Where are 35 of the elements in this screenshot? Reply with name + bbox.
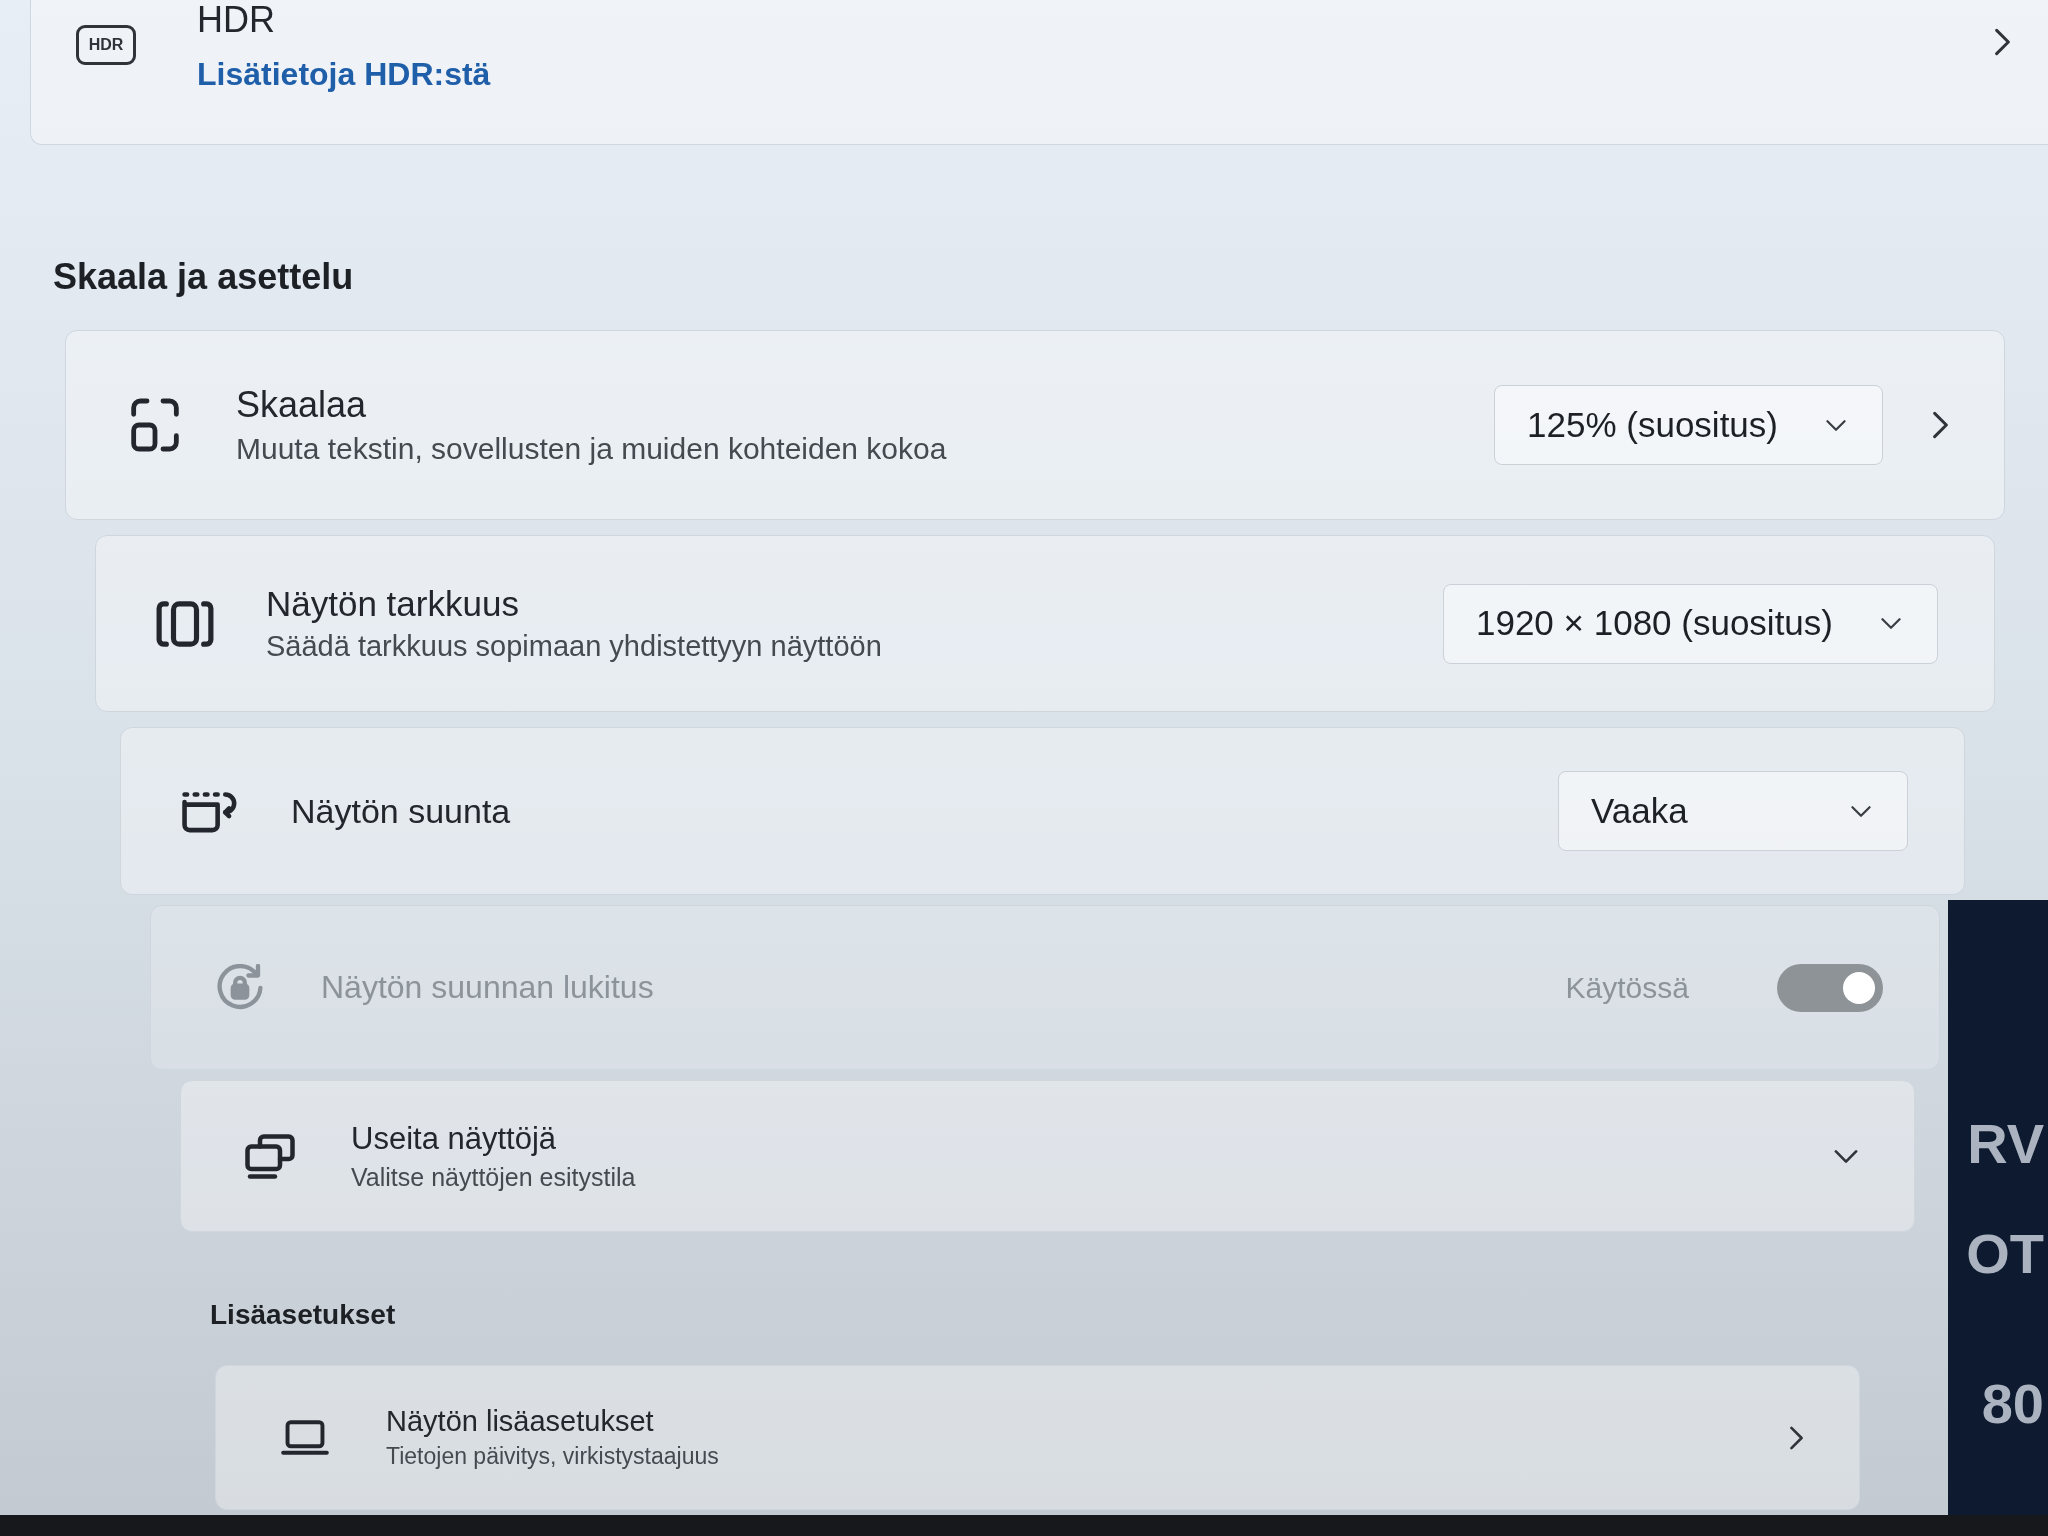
- setting-description: Säädä tarkkuus sopimaan yhdistettyyn näyttöön: [266, 629, 883, 664]
- section-heading: Lisäasetukset: [210, 1298, 397, 1332]
- backdrop-text: OT: [1966, 1225, 2045, 1283]
- setting-description: Valitse näyttöjen esitystila: [351, 1161, 637, 1192]
- dropdown[interactable]: 1920 × 1080 (suositus): [1442, 583, 1938, 664]
- setting-title: Näytön lisäasetukset: [386, 1404, 655, 1440]
- setting-title: Näytön suunnan lukitus: [321, 968, 655, 1007]
- setting-title: HDR: [197, 0, 276, 40]
- chevron-down-icon: [1881, 618, 1901, 629]
- chevron-right-icon[interactable]: [1933, 411, 1948, 439]
- laptop-icon: [281, 1420, 329, 1455]
- backdrop-text: RV: [1967, 1115, 2045, 1173]
- dashed-rectangle-arrow-icon: [182, 789, 238, 833]
- backdrop-text: 80: [1981, 1375, 2045, 1433]
- dropdown[interactable]: 125% (suositus): [1494, 385, 1883, 465]
- chevron-down-icon: [1851, 805, 1871, 817]
- setting-title: Skaalaa: [236, 383, 368, 427]
- square-corners-icon: [131, 398, 179, 452]
- bracketed-rectangle-icon: [156, 600, 214, 647]
- toggle-state-label: Käytössä: [1565, 970, 1689, 1006]
- setting-description: Muuta tekstin, sovellusten ja muiden kohteiden kokoa: [236, 430, 948, 467]
- setting-title: Useita näyttöjä: [351, 1120, 558, 1158]
- dropdown[interactable]: Vaaka: [1558, 771, 1908, 851]
- hdr-badge: HDR: [76, 25, 136, 65]
- setting-description: Tietojen päivitys, virkistystaajuus: [386, 1443, 720, 1471]
- hdr-info-link[interactable]: Lisätietoja HDR:stä: [197, 54, 491, 94]
- two-screens-icon: [245, 1133, 295, 1179]
- section-heading: Skaala ja asettelu: [53, 255, 355, 299]
- padlock-rotate-icon: [216, 963, 264, 1012]
- setting-title: Näytön tarkkuus: [266, 583, 520, 626]
- chevron-right-icon[interactable]: [1790, 1425, 1803, 1450]
- chevron-down-icon: [1826, 419, 1846, 431]
- chevron-right-icon[interactable]: [1995, 28, 2010, 56]
- setting-title: Näytön suunta: [291, 790, 512, 832]
- chevron-down-icon[interactable]: [1834, 1149, 1858, 1163]
